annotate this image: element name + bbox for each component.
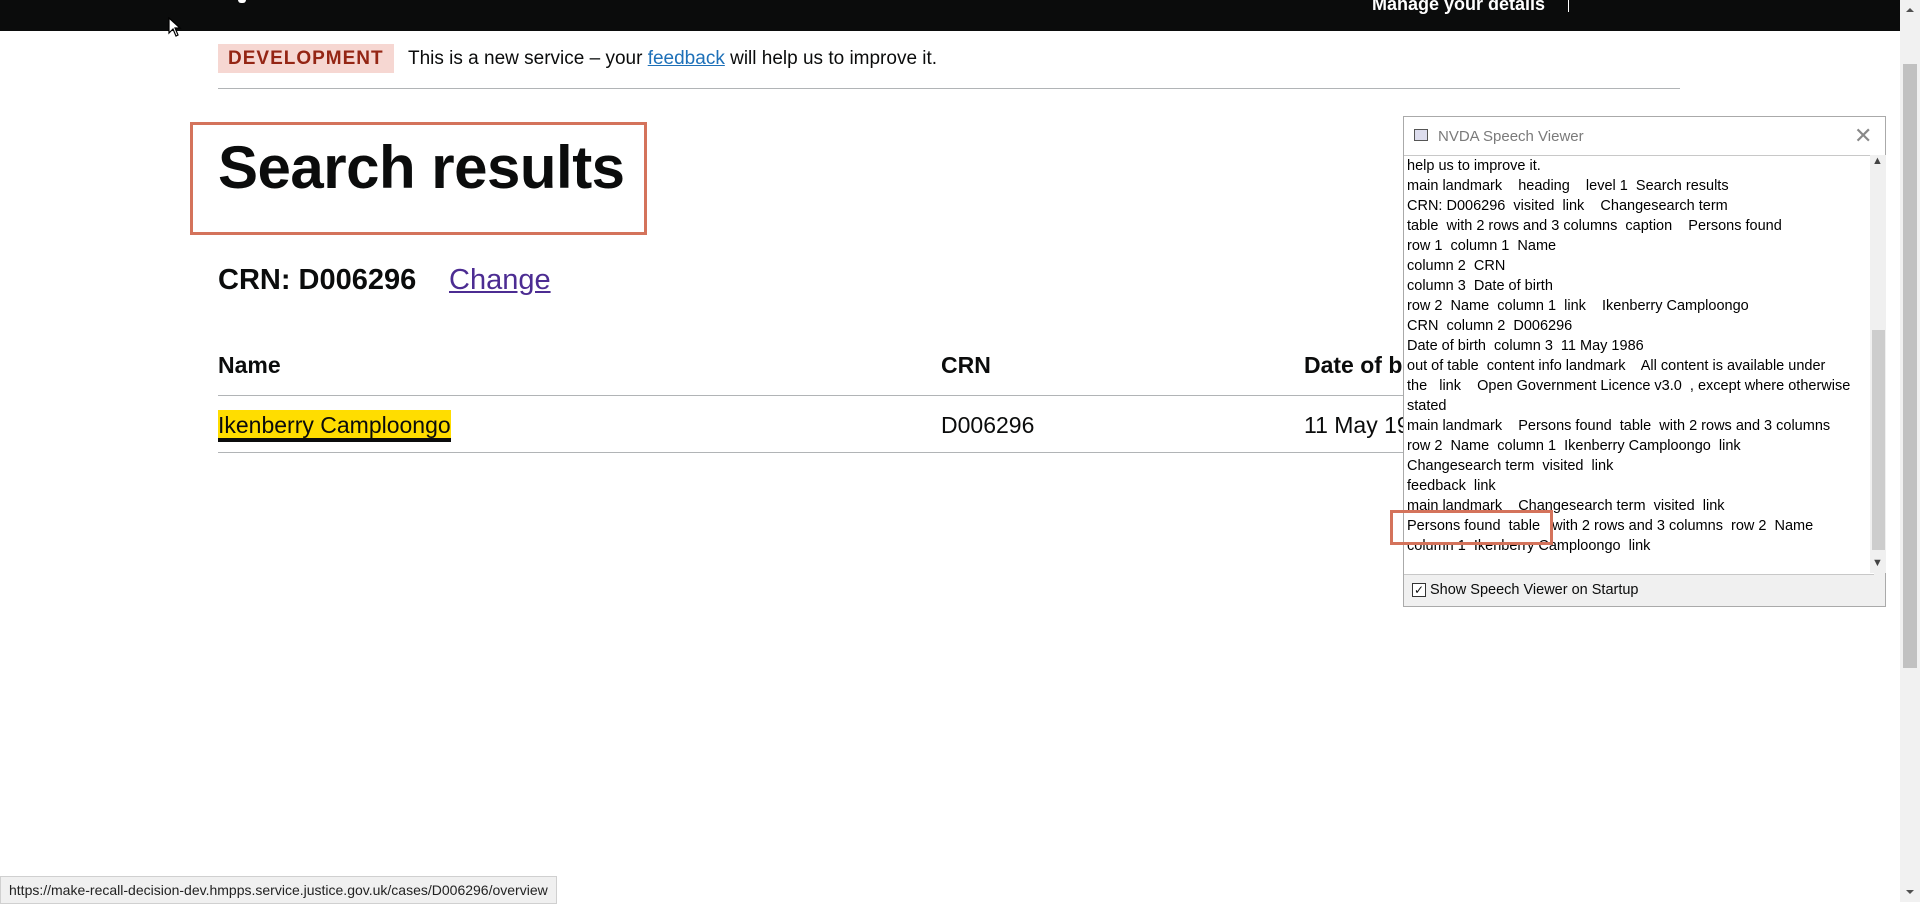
logo-fragment [238,0,246,3]
page-scrollbar[interactable] [1900,0,1920,902]
speech-log-line: row 1 column 1 Name [1407,238,1557,254]
status-bar-url: https://make-recall-decision-dev.hmpps.s… [0,876,557,904]
window-icon [1414,129,1428,141]
speech-log-line: CRN: D006296 visited link Changesearch t… [1407,198,1728,214]
speech-log-line: help us to improve it. [1407,158,1541,174]
annotation-box-persons-found [1390,510,1553,545]
column-header-name: Name [218,352,281,378]
scroll-up-icon[interactable]: ▲ [1872,155,1883,167]
speech-log-line: stated [1407,398,1447,414]
speech-log-line: out of table content info landmark All c… [1407,358,1826,374]
manage-details-link[interactable]: Manage your details [1372,0,1545,15]
speech-log-line: table with 2 rows and 3 columns caption … [1407,218,1782,234]
feedback-link[interactable]: feedback [648,48,725,69]
speech-log-line: main landmark Persons found table with 2… [1407,418,1831,434]
speech-log-line: feedback link [1407,478,1496,494]
person-name-link[interactable]: Ikenberry Camploongo [218,412,451,438]
mouse-cursor-icon [168,17,182,37]
speech-log-line: Changesearch term visited link [1407,458,1614,474]
crn-label: CRN: D006296 [218,264,417,296]
scroll-up-icon[interactable] [1900,0,1920,20]
scroll-down-icon[interactable]: ▼ [1872,557,1883,569]
table-header-divider [218,395,1438,396]
speech-log-line: column 3 Date of birth [1407,278,1553,294]
speech-log-scroll-thumb[interactable] [1872,330,1885,550]
speech-log-line: row 2 Name column 1 link Ikenberry Campl… [1407,298,1749,314]
close-icon[interactable]: ✕ [1854,123,1872,149]
speech-log-line: the link Open Government Licence v3.0 , … [1407,378,1851,394]
table-row-crn: D006296 [941,412,1035,438]
speech-log-line: row 2 Name column 1 Ikenberry Camploongo… [1407,438,1741,454]
header-divider [1568,0,1569,12]
speech-log-scrollbar[interactable]: ▲ ▼ [1870,155,1886,573]
speech-log-line: main landmark heading level 1 Search res… [1407,178,1729,194]
column-header-dob: Date of bi [1304,352,1409,378]
column-header-crn: CRN [941,352,991,378]
scrollbar-thumb[interactable] [1903,64,1917,668]
speech-log-line: column 2 CRN [1407,258,1506,274]
table-row-divider [218,452,1438,453]
speech-log-line: Date of birth column 3 11 May 1986 [1407,338,1644,354]
table-row-name: Ikenberry Camploongo [218,412,451,439]
scroll-down-icon[interactable] [1900,882,1920,902]
page-title: Search results [218,134,625,201]
show-on-startup-checkbox[interactable]: ✓ [1412,583,1426,597]
nvda-title: NVDA Speech Viewer [1438,128,1584,145]
change-link[interactable]: Change [449,264,551,297]
phase-banner-text: This is a new service – your feedback wi… [408,48,938,69]
show-on-startup-label: Show Speech Viewer on Startup [1430,582,1639,598]
speech-log-line: CRN column 2 D006296 [1407,318,1573,334]
nvda-titlebar[interactable]: NVDA Speech Viewer ✕ [1404,117,1885,155]
site-header: Manage your details [0,0,1900,31]
phase-banner: DEVELOPMENT This is a new service – your… [218,44,1680,89]
phase-tag: DEVELOPMENT [218,44,394,73]
